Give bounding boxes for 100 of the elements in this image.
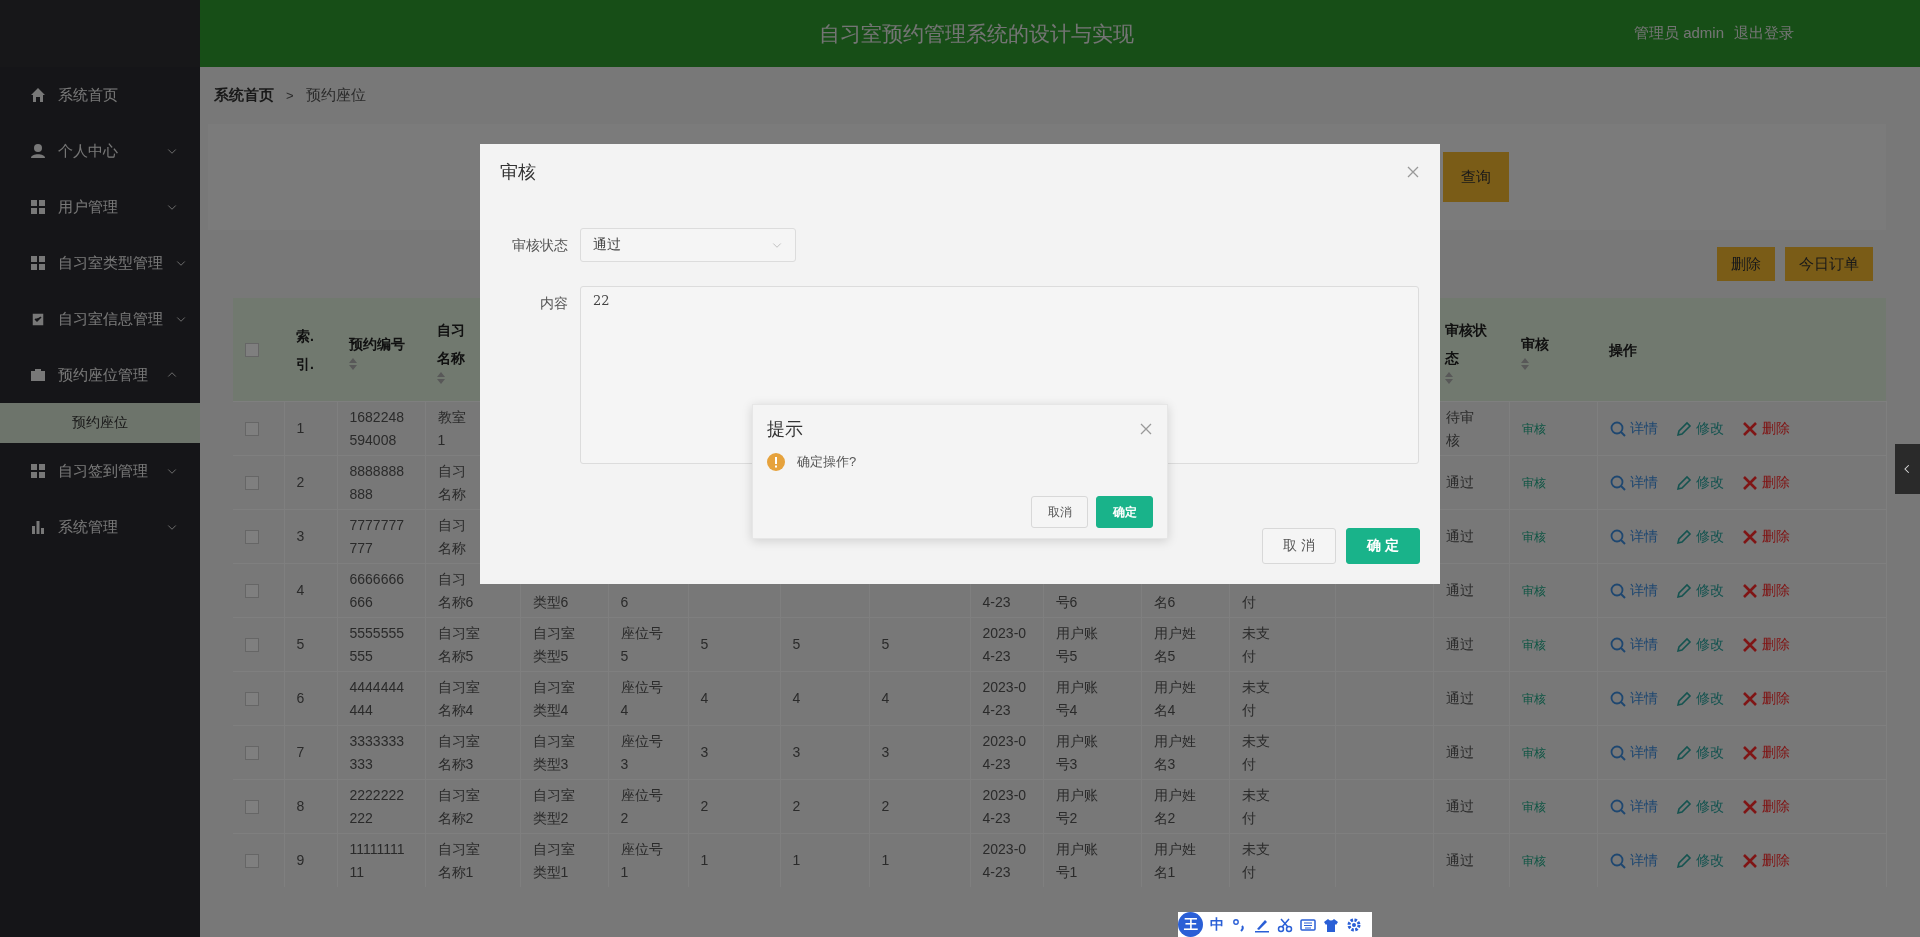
audit-link[interactable]: 审核 xyxy=(1521,475,1546,490)
checkbox[interactable] xyxy=(245,529,259,544)
edit-link[interactable]: 修改 xyxy=(1675,795,1724,818)
sidebar-item[interactable]: 系统管理 xyxy=(0,499,200,555)
table-cell: 自习室类型3 xyxy=(520,725,608,780)
cancel-button[interactable]: 取 消 xyxy=(1262,528,1336,564)
table-cell: 2023-04-23 xyxy=(970,725,1043,780)
edit-link[interactable]: 修改 xyxy=(1675,849,1724,872)
column-header: 索.引. xyxy=(296,326,315,374)
view-link[interactable]: 详情 xyxy=(1609,687,1658,710)
user-label: 管理员 admin xyxy=(1633,24,1724,43)
view-link[interactable]: 详情 xyxy=(1609,633,1658,656)
delete-link[interactable]: 删除 xyxy=(1741,471,1790,494)
table-cell: 未支付 xyxy=(1229,725,1335,780)
cross-icon xyxy=(1741,690,1758,707)
audit-link[interactable]: 审核 xyxy=(1521,421,1546,436)
audit-link[interactable]: 审核 xyxy=(1521,691,1546,706)
sidebar-item[interactable]: 自习签到管理 xyxy=(0,443,200,499)
toolbar-button[interactable]: 删除 xyxy=(1717,247,1775,281)
breadcrumb-link[interactable]: 系统首页 xyxy=(214,86,274,105)
delete-link[interactable]: 删除 xyxy=(1741,579,1790,602)
table-cell: 7 xyxy=(284,725,337,780)
collapse-tab[interactable] xyxy=(1895,444,1920,494)
cross-icon xyxy=(1741,744,1758,761)
delete-link[interactable]: 删除 xyxy=(1741,633,1790,656)
sort-icon[interactable] xyxy=(349,357,357,370)
checkbox[interactable] xyxy=(245,691,259,706)
column-header: 操作 xyxy=(1609,340,1638,360)
table-cell: 3 xyxy=(284,509,337,564)
pencil-icon xyxy=(1675,474,1692,491)
ime-mode[interactable]: 中 xyxy=(1210,915,1224,934)
delete-link[interactable]: 删除 xyxy=(1741,687,1790,710)
table-cell: 4444444444 xyxy=(337,671,425,726)
delete-link[interactable]: 删除 xyxy=(1741,417,1790,440)
search-icon xyxy=(1609,528,1626,545)
sidebar-item[interactable]: 预约座位管理 xyxy=(0,347,200,403)
bar-chart-icon xyxy=(30,519,46,535)
view-link[interactable]: 详情 xyxy=(1609,579,1658,602)
table-cell: 通过 xyxy=(1433,671,1509,726)
toolbar-button[interactable]: 今日订单 xyxy=(1785,247,1873,281)
table-cell: 2023-04-23 xyxy=(970,779,1043,834)
table-cell: 自习室类型5 xyxy=(520,617,608,672)
checkbox[interactable] xyxy=(245,421,259,436)
table-cell: 未支付 xyxy=(1229,779,1335,834)
table-cell: 2 xyxy=(688,779,780,834)
checkbox[interactable] xyxy=(245,475,259,490)
audit-link[interactable]: 审核 xyxy=(1521,529,1546,544)
sidebar-item[interactable]: 用户管理 xyxy=(0,179,200,235)
audit-link[interactable]: 审核 xyxy=(1521,583,1546,598)
delete-link[interactable]: 删除 xyxy=(1741,741,1790,764)
sidebar-subitem[interactable]: 预约座位 xyxy=(0,403,200,443)
view-link[interactable]: 详情 xyxy=(1609,471,1658,494)
checkbox[interactable] xyxy=(245,342,259,357)
checkbox[interactable] xyxy=(245,745,259,760)
sidebar-item[interactable]: 系统首页 xyxy=(0,67,200,123)
delete-link[interactable]: 删除 xyxy=(1741,849,1790,872)
ime-logo[interactable]: 王 xyxy=(1178,912,1203,937)
cancel-button[interactable]: 取消 xyxy=(1031,496,1088,528)
edit-link[interactable]: 修改 xyxy=(1675,579,1724,602)
view-link[interactable]: 详情 xyxy=(1609,795,1658,818)
delete-link[interactable]: 删除 xyxy=(1741,525,1790,548)
checkbox[interactable] xyxy=(245,853,259,868)
edit-link[interactable]: 修改 xyxy=(1675,741,1724,764)
table-cell: 通过 xyxy=(1433,779,1509,834)
search-icon xyxy=(1609,474,1626,491)
delete-link[interactable]: 删除 xyxy=(1741,795,1790,818)
checkbox[interactable] xyxy=(245,583,259,598)
view-link[interactable]: 详情 xyxy=(1609,849,1658,872)
confirm-button[interactable]: 确 定 xyxy=(1346,528,1420,564)
table-cell: 通过 xyxy=(1433,833,1509,887)
view-link[interactable]: 详情 xyxy=(1609,741,1658,764)
query-button[interactable]: 查询 xyxy=(1443,152,1509,202)
sort-icon[interactable] xyxy=(1445,371,1453,384)
confirm-button[interactable]: 确定 xyxy=(1096,496,1153,528)
audit-link[interactable]: 审核 xyxy=(1521,853,1546,868)
edit-link[interactable]: 修改 xyxy=(1675,687,1724,710)
table-cell: 自习室名称3 xyxy=(425,725,520,780)
edit-link[interactable]: 修改 xyxy=(1675,417,1724,440)
table-cell: 6 xyxy=(284,671,337,726)
cross-icon xyxy=(1741,636,1758,653)
sidebar-item[interactable]: 自习室类型管理 xyxy=(0,235,200,291)
sort-icon[interactable] xyxy=(437,371,445,384)
sidebar-item[interactable]: 自习室信息管理 xyxy=(0,291,200,347)
table-cell: 5 xyxy=(688,617,780,672)
status-select[interactable]: 通过 xyxy=(580,228,796,262)
view-link[interactable]: 详情 xyxy=(1609,525,1658,548)
view-link[interactable]: 详情 xyxy=(1609,417,1658,440)
sidebar-item[interactable]: 个人中心 xyxy=(0,123,200,179)
audit-link[interactable]: 审核 xyxy=(1521,745,1546,760)
sort-icon[interactable] xyxy=(1521,357,1529,370)
checkbox[interactable] xyxy=(245,799,259,814)
audit-link[interactable]: 审核 xyxy=(1521,637,1546,652)
edit-link[interactable]: 修改 xyxy=(1675,633,1724,656)
table-cell: 1 xyxy=(688,833,780,887)
edit-link[interactable]: 修改 xyxy=(1675,471,1724,494)
logout-link[interactable]: 退出登录 xyxy=(1734,24,1794,43)
audit-link[interactable]: 审核 xyxy=(1521,799,1546,814)
checkbox[interactable] xyxy=(245,637,259,652)
punctuation-icon xyxy=(1231,916,1247,933)
edit-link[interactable]: 修改 xyxy=(1675,525,1724,548)
